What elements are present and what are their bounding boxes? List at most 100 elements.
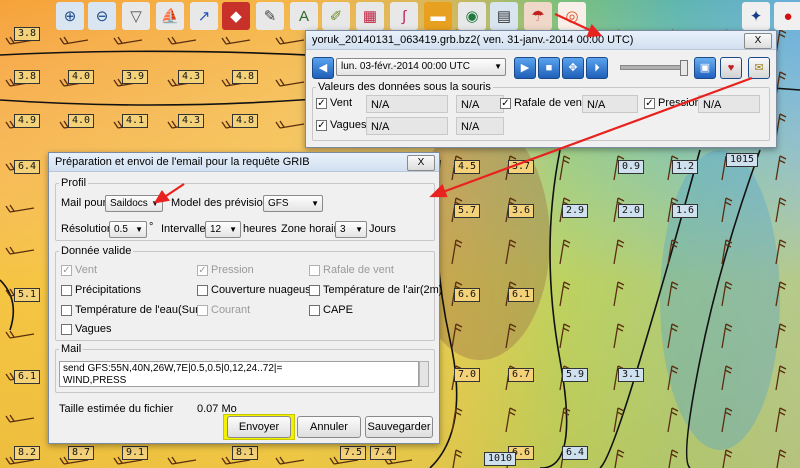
heures-label: heures	[243, 223, 277, 235]
filter-icon[interactable]: ▽	[122, 2, 150, 30]
map-value-label: 4.9	[14, 114, 41, 128]
text-icon[interactable]: A	[290, 2, 318, 30]
rafale-checkbox	[309, 265, 320, 276]
folder-icon[interactable]: ▣	[694, 57, 716, 79]
mail-line: send GFS:55N,40N,26W,7E|0.5,0.5|0,12,24.…	[63, 363, 283, 374]
temp-eau-checkbox[interactable]	[61, 305, 72, 316]
map-value-label: 7.4	[370, 446, 397, 460]
map-value-label: 8.2	[14, 446, 41, 460]
mail-scrollbar[interactable]	[419, 361, 429, 387]
vagues-label: Vagues	[75, 323, 112, 335]
model-select[interactable]: GFS ▼	[263, 195, 323, 212]
map-value-label: 9.1	[122, 446, 149, 460]
rafale-checkbox[interactable]: ✓	[500, 98, 511, 109]
mail-body-textarea[interactable]: send GFS:55N,40N,26W,7E|0.5,0.5|0,12,24.…	[59, 361, 419, 387]
jours-label: Jours	[369, 223, 396, 235]
chart-icon[interactable]: ▦	[356, 2, 384, 30]
zoom-out-icon[interactable]: ⊖	[88, 2, 116, 30]
pression-label: Pression	[211, 264, 254, 276]
intervalle-select[interactable]: 12 ▼	[205, 221, 241, 238]
map-value-label: 4.5	[454, 160, 481, 174]
temp-air-checkbox[interactable]	[309, 285, 320, 296]
map-value-label: 1.6	[672, 204, 699, 218]
grib-icon[interactable]: ▤	[490, 2, 518, 30]
map-value-label: 4.8	[232, 70, 259, 84]
vagues-checkbox[interactable]	[61, 324, 72, 335]
chevron-down-icon: ▼	[229, 225, 237, 234]
rafale-label: Rafale de vent	[323, 264, 394, 276]
marker-icon[interactable]: ✐	[322, 2, 350, 30]
layer-icon[interactable]: ▬	[424, 2, 452, 30]
chevron-down-icon: ▼	[355, 225, 363, 234]
email-request-icon[interactable]: ✉	[748, 57, 770, 79]
couverture-checkbox[interactable]	[197, 285, 208, 296]
resolution-select[interactable]: 0.5 ▼	[109, 221, 147, 238]
cancel-button[interactable]: Annuler	[297, 416, 361, 438]
sail-icon[interactable]: ⛵	[156, 2, 184, 30]
play-button[interactable]: ⏵	[586, 57, 608, 79]
stop-button[interactable]: ■	[538, 57, 560, 79]
map-value-label: 0.9	[618, 160, 645, 174]
route-icon[interactable]: ↗	[190, 2, 218, 30]
slider-thumb[interactable]	[680, 60, 688, 76]
precipitations-checkbox[interactable]	[61, 285, 72, 296]
map-value-label: 5.1	[14, 288, 41, 302]
chevron-down-icon: ▼	[311, 199, 319, 208]
curve-icon[interactable]: ∫	[390, 2, 418, 30]
save-button[interactable]: Sauvegarder	[365, 416, 433, 438]
map-value-label: 2.0	[618, 204, 645, 218]
cape-checkbox[interactable]	[309, 305, 320, 316]
boat-icon[interactable]: ◆	[222, 2, 250, 30]
pression-label: Pression	[658, 97, 701, 109]
map-value-label: 7.5	[340, 446, 367, 460]
close-button[interactable]: X	[744, 33, 772, 49]
map-value-label: 4.3	[178, 70, 205, 84]
weather-icon[interactable]: ☂	[524, 2, 552, 30]
previous-date-button[interactable]: ◀	[312, 57, 334, 79]
mail-title: Mail	[59, 343, 84, 355]
vent-value: N/A	[366, 95, 448, 113]
zone-value: 3	[340, 224, 346, 235]
vagues-value: N/A	[366, 117, 448, 135]
pression-checkbox: ✓	[197, 265, 208, 276]
send-button[interactable]: Envoyer	[227, 416, 291, 438]
globe-icon[interactable]: ◉	[458, 2, 486, 30]
map-value-label: 6.4	[562, 446, 589, 460]
profil-title: Profil	[59, 177, 89, 189]
map-value-label: 3.1	[618, 368, 645, 382]
time-slider[interactable]	[620, 60, 688, 76]
map-value-label: 5.7	[454, 204, 481, 218]
map-value-label: 7.0	[454, 368, 481, 382]
lifebuoy-icon[interactable]: ◎	[558, 2, 586, 30]
taille-label: Taille estimée du fichier	[59, 403, 174, 415]
record-icon[interactable]: ●	[774, 2, 800, 30]
map-value-label: 2.9	[562, 204, 589, 218]
pression-checkbox[interactable]: ✓	[644, 98, 655, 109]
grib-window-title: yoruk_20140131_063419.grb.bz2( ven. 31-j…	[312, 34, 634, 46]
map-value-label: 3.8	[14, 70, 41, 84]
map-value-label: 3.7	[508, 160, 535, 174]
tool-icon[interactable]: ✎	[256, 2, 284, 30]
resolution-label: Résolution	[61, 223, 113, 235]
compass-icon[interactable]: ✦	[742, 2, 770, 30]
map-value-label: 3.6	[508, 204, 535, 218]
zone-select[interactable]: 3 ▼	[335, 221, 367, 238]
close-button[interactable]: X	[407, 155, 435, 171]
vagues-label: Vagues	[330, 119, 367, 131]
vent-label: Vent	[75, 264, 98, 276]
map-value-label: 6.6	[454, 288, 481, 302]
date-select-value: lun. 03-févr.-2014 00:00 UTC	[341, 61, 470, 72]
date-select[interactable]: lun. 03-févr.-2014 00:00 UTC ▼	[336, 58, 506, 76]
mail-line: WIND,PRESS	[63, 375, 127, 386]
fit-button[interactable]: ✥	[562, 57, 584, 79]
vent-checkbox[interactable]: ✓	[316, 98, 327, 109]
vagues-checkbox[interactable]: ✓	[316, 120, 327, 131]
next-date-button[interactable]: ▶	[514, 57, 536, 79]
toolbar: ⊕ ⊖ ▽ ⛵ ↗ ◆ ✎ A ✐ ▦ ∫ ▬ ◉ ▤ ☂ ◎ ✦ ●	[0, 0, 800, 34]
couverture-label: Couverture nuageuse	[211, 284, 317, 296]
cape-label: CAPE	[323, 304, 353, 316]
zoom-in-icon[interactable]: ⊕	[56, 2, 84, 30]
mail-pour-select[interactable]: Saildocs ▼	[105, 195, 163, 212]
settings-icon[interactable]: ♥	[720, 57, 742, 79]
precipitations-label: Précipitations	[75, 284, 142, 296]
